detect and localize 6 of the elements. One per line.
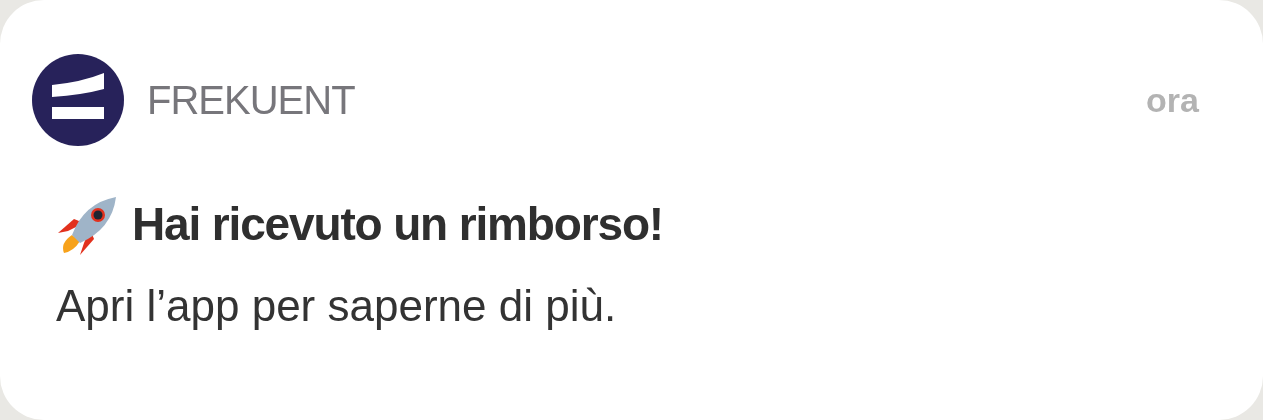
app-name: FREKUENT bbox=[147, 77, 355, 124]
notification-body: Apri l’app per saperne di più. bbox=[55, 280, 618, 332]
notification-title: Hai ricevuto un rimborso! bbox=[132, 197, 663, 252]
notification-time: ora bbox=[1146, 79, 1199, 121]
app-logo-icon bbox=[32, 52, 124, 148]
notification-card[interactable]: FREKUENT ora Hai ricevuto un rimborso! Apri l’app per saperne di più. bbox=[0, 0, 1263, 420]
